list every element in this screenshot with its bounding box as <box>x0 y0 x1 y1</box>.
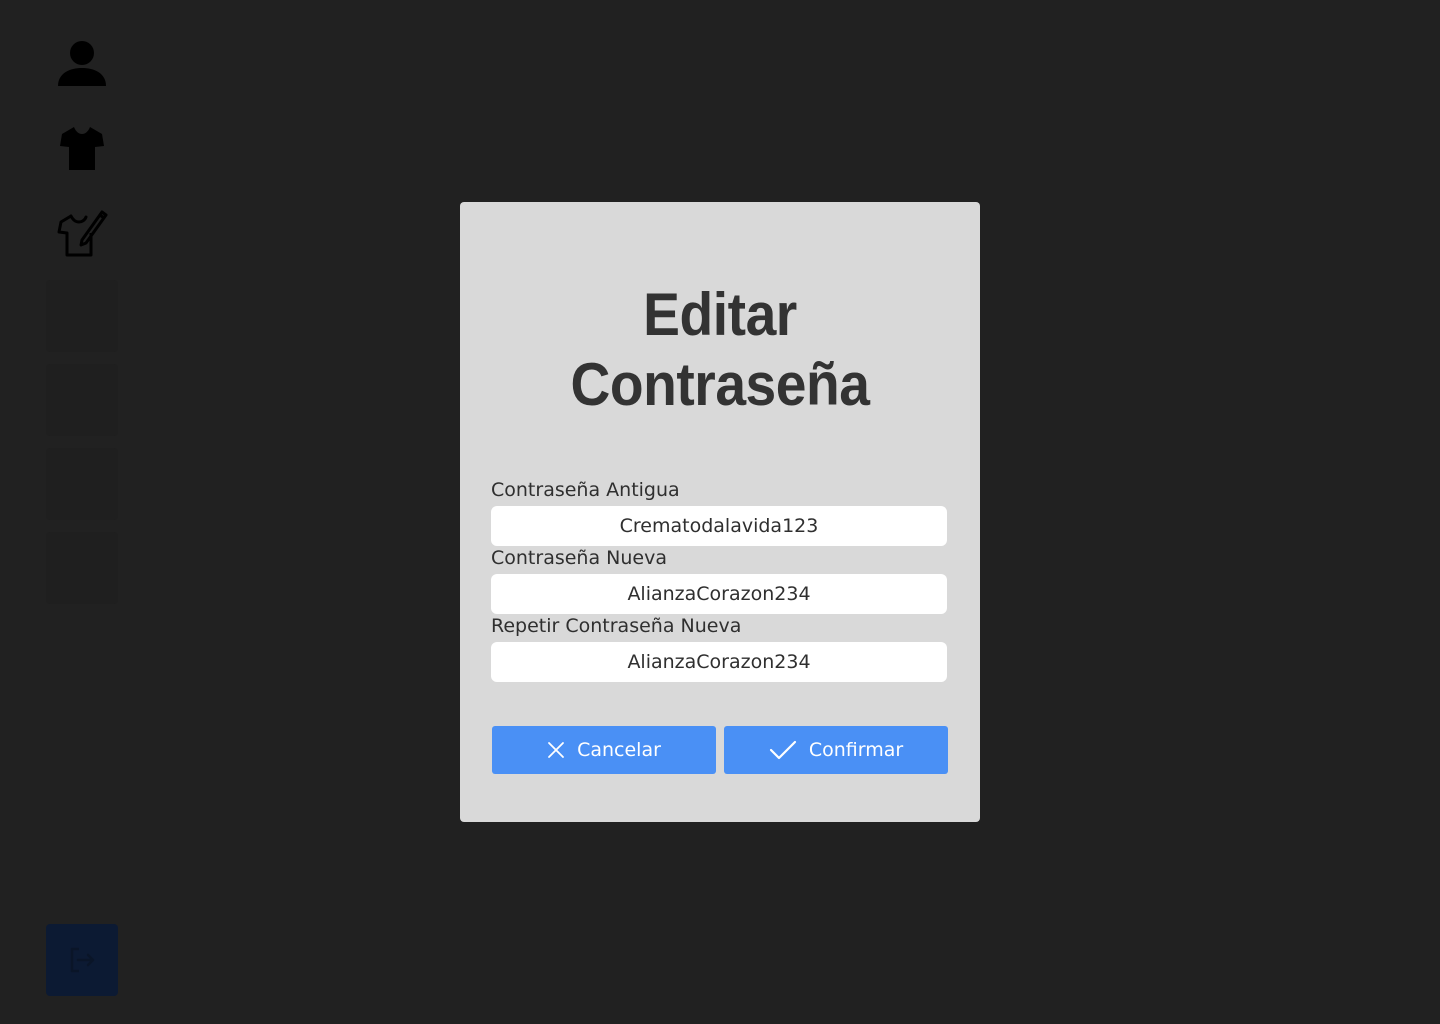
check-icon <box>769 739 797 761</box>
modal-title-line-1: Editar <box>643 281 797 348</box>
repeat-password-input[interactable] <box>491 642 947 682</box>
close-icon <box>547 741 565 759</box>
modal-title: Editar Contraseña <box>481 280 959 420</box>
user-icon <box>58 41 106 86</box>
edit-password-modal: Editar Contraseña Contraseña Antigua Con… <box>460 202 980 822</box>
tshirt-icon <box>60 127 104 170</box>
old-password-input[interactable] <box>491 506 947 546</box>
tshirt-edit-icon <box>57 210 108 257</box>
confirm-button-label: Confirmar <box>808 739 904 761</box>
sidebar-item-edit-products[interactable] <box>46 196 118 268</box>
sidebar-item-empty-1 <box>46 280 118 352</box>
new-password-input[interactable] <box>491 574 947 614</box>
repeat-password-label: Repetir Contraseña Nueva <box>491 615 742 637</box>
logout-icon <box>70 947 95 973</box>
logout-button[interactable] <box>46 924 118 996</box>
sidebar-item-profile[interactable] <box>46 28 118 100</box>
cancel-button[interactable]: Cancelar <box>492 726 716 774</box>
sidebar-item-empty-4 <box>46 532 118 604</box>
sidebar-item-empty-2 <box>46 364 118 436</box>
sidebar-item-empty-3 <box>46 448 118 520</box>
new-password-label: Contraseña Nueva <box>491 547 667 569</box>
cancel-button-label: Cancelar <box>577 739 661 761</box>
app-root: Editar Contraseña Contraseña Antigua Con… <box>0 0 1440 1024</box>
sidebar-item-products[interactable] <box>46 112 118 184</box>
sidebar <box>0 0 160 1024</box>
confirm-button[interactable]: Confirmar <box>724 726 948 774</box>
modal-title-line-2: Contraseña <box>570 351 870 418</box>
old-password-label: Contraseña Antigua <box>491 479 680 501</box>
